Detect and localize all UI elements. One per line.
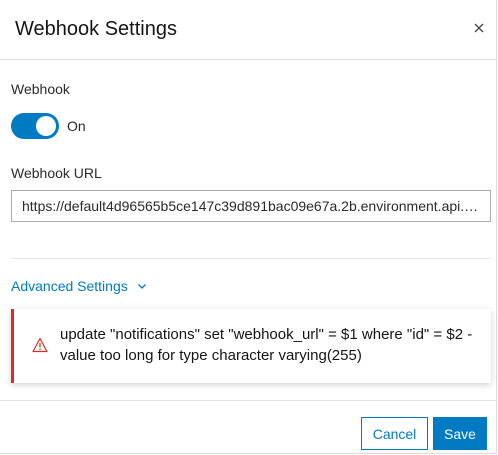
save-button[interactable]: Save: [433, 417, 487, 450]
footer-divider: [0, 400, 497, 401]
toggle-state-label: On: [67, 118, 86, 134]
warning-triangle-icon: [32, 337, 48, 353]
advanced-settings-toggle[interactable]: Advanced Settings: [11, 278, 147, 294]
webhook-toggle[interactable]: [11, 113, 59, 139]
advanced-settings-label: Advanced Settings: [11, 278, 128, 294]
webhook-toggle-row: On: [11, 113, 86, 139]
webhook-url-label: Webhook URL: [11, 165, 102, 181]
dialog-header: Webhook Settings: [0, 0, 497, 60]
close-button[interactable]: [471, 20, 487, 36]
close-icon: [474, 23, 484, 33]
webhook-url-input[interactable]: [11, 190, 491, 222]
chevron-down-icon: [137, 281, 147, 291]
error-alert: update "notifications" set "webhook_url"…: [11, 309, 491, 383]
section-divider: [11, 258, 491, 259]
cancel-button[interactable]: Cancel: [361, 417, 428, 450]
webhook-label: Webhook: [11, 81, 70, 97]
webhook-settings-dialog: Webhook Settings Webhook On Webhook URL …: [0, 0, 497, 454]
error-message: update "notifications" set "webhook_url"…: [60, 326, 473, 364]
dialog-title: Webhook Settings: [15, 18, 177, 40]
toggle-knob: [36, 116, 56, 136]
